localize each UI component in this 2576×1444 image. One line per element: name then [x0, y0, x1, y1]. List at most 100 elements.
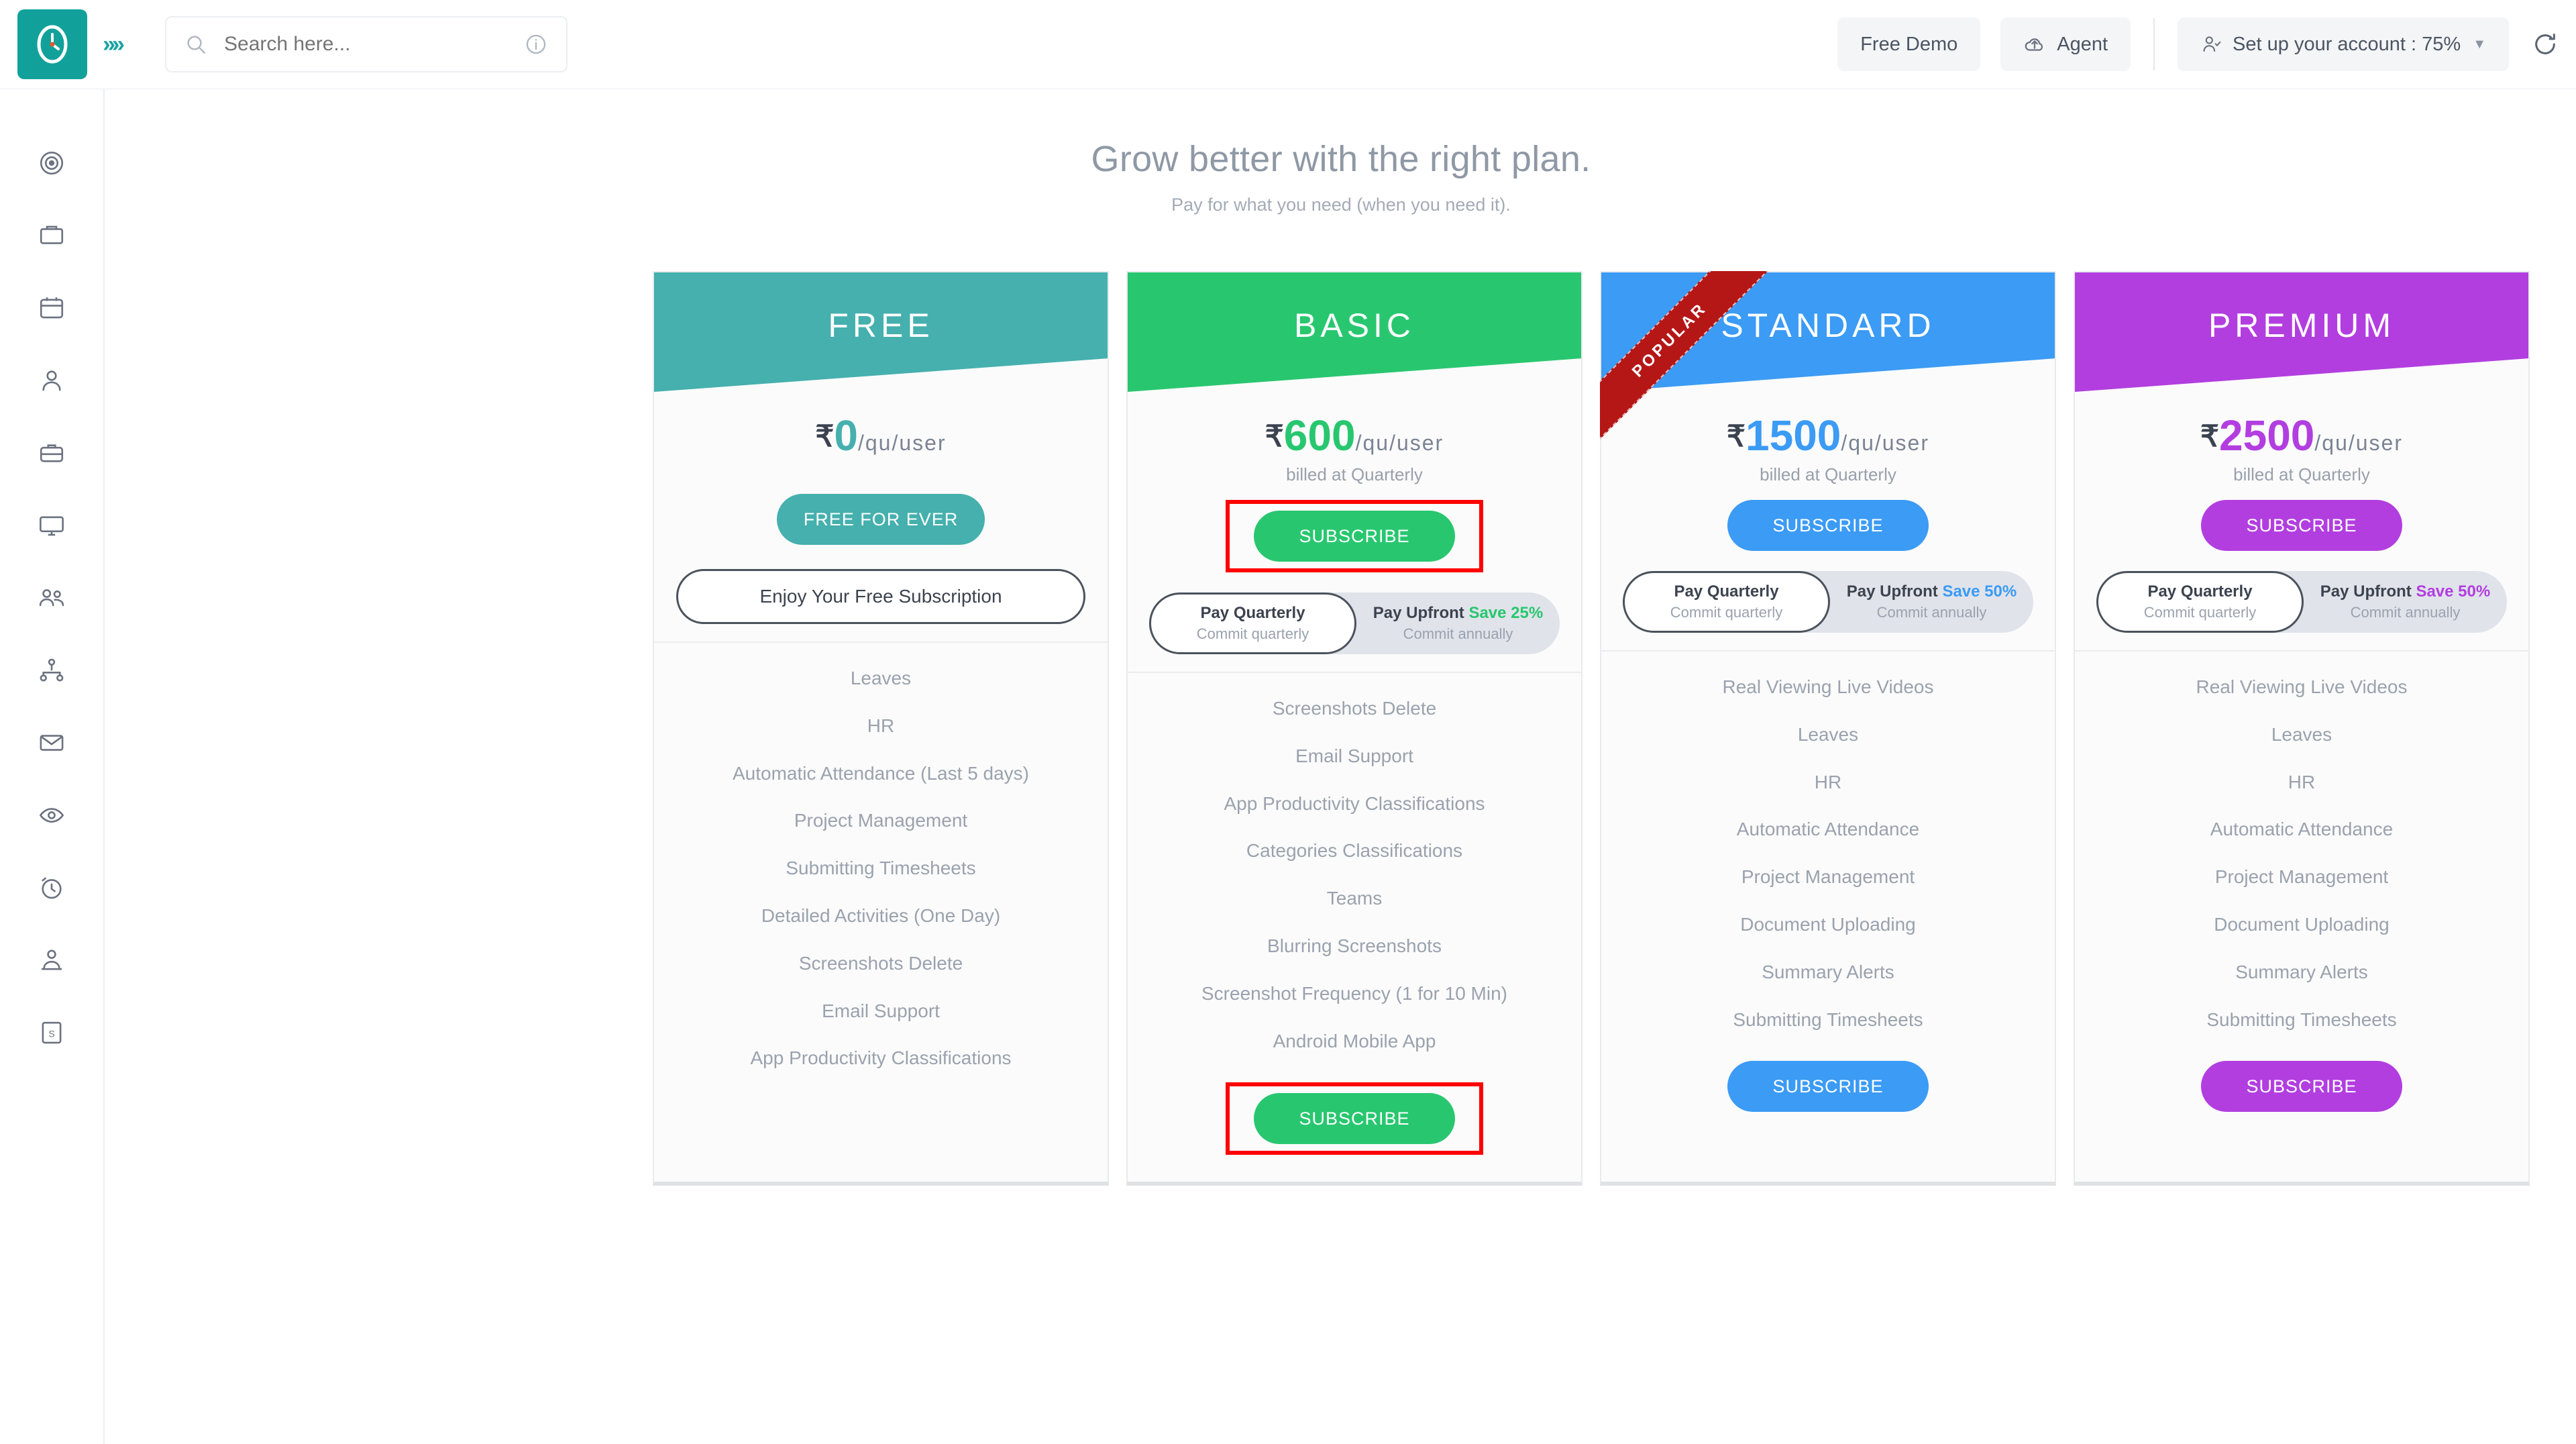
report-file-icon: S [38, 1019, 66, 1047]
feature-item: Categories Classifications [1246, 840, 1463, 862]
user-network-icon [38, 946, 66, 974]
sidebar-item-monitor[interactable] [0, 489, 104, 562]
feature-item: HR [867, 715, 895, 736]
briefcase-icon [38, 439, 66, 467]
refresh-icon[interactable] [2532, 31, 2559, 58]
currency-symbol: ₹ [2200, 420, 2219, 453]
pricing-card-standard: POPULAR STANDARD ₹1500/qu/user billed at Qu… [1600, 271, 2056, 1186]
toggle-option-quarterly[interactable]: Pay Quarterly Commit quarterly [1149, 592, 1356, 654]
plan-footer-cta-button[interactable]: SUBSCRIBE [1254, 1093, 1455, 1145]
feature-item: Teams [1326, 888, 1383, 909]
sidebar-item-members[interactable] [0, 924, 104, 996]
account-setup-button[interactable]: Set up your account : 75% ▼ [2178, 17, 2509, 71]
sidebar-item-monitoring[interactable] [0, 779, 104, 852]
plan-price: ₹2500/qu/user [2075, 411, 2528, 460]
price-amount: 2500 [2219, 411, 2315, 460]
toggle-upfront-title: Pay Upfront Save 50% [1846, 582, 2017, 601]
feature-list: Real Viewing Live Videos Leaves HR Automati… [1601, 652, 2055, 1043]
toggle-option-quarterly[interactable]: Pay Quarterly Commit quarterly [2096, 571, 2304, 633]
feature-item: Summary Alerts [1762, 961, 1894, 982]
feature-item: Android Mobile App [1273, 1030, 1436, 1051]
sidebar-item-user[interactable] [0, 344, 104, 417]
card-header: PREMIUM [2075, 272, 2528, 392]
feature-list: Leaves HR Automatic Attendance (Last 5 day… [654, 643, 1108, 1082]
billing-period-toggle[interactable]: Pay Quarterly Commit quarterly Pay Upfront… [2096, 571, 2507, 633]
feature-item: Leaves [850, 668, 912, 688]
card-footer [654, 1082, 1108, 1127]
feature-item: Project Management [1741, 866, 1915, 888]
card-footer: SUBSCRIBE [2075, 1043, 2528, 1139]
feature-item: Automatic Attendance [1736, 819, 1920, 840]
account-setup-label: Set up your account : 75% [2233, 33, 2461, 55]
search-input[interactable] [224, 33, 525, 56]
plan-cta-wrap: FREE FOR EVER [654, 494, 1108, 545]
cloud-upload-icon [2023, 33, 2046, 56]
page-subtitle: Pay for what you need (when you need it)… [1171, 195, 1511, 215]
enjoy-free-subscription-button[interactable]: Enjoy Your Free Subscription [676, 569, 1085, 624]
feature-item: Screenshot Frequency (1 for 10 Min) [1201, 982, 1507, 1004]
toggle-quarterly-title: Pay Quarterly [1674, 582, 1779, 601]
toggle-option-quarterly[interactable]: Pay Quarterly Commit quarterly [1623, 571, 1830, 633]
sidebar-item-timer[interactable] [0, 852, 104, 924]
feature-item: Submitting Timesheets [786, 858, 976, 879]
price-period: /qu/user [2314, 431, 2403, 455]
feature-item: Automatic Attendance [2210, 819, 2394, 840]
price-period: /qu/user [1355, 431, 1444, 455]
plan-cta-button[interactable]: SUBSCRIBE [1254, 511, 1455, 562]
toggle-option-upfront[interactable]: Pay Upfront Save 50% Commit annually [1830, 571, 2033, 633]
toggle-upfront-sub: Commit annually [1403, 625, 1513, 642]
sidebar-item-inbox[interactable] [0, 199, 104, 272]
envelope-icon [38, 729, 66, 757]
feature-item: Document Uploading [1740, 913, 1916, 935]
sidebar-expand-button[interactable]: »» [89, 15, 136, 74]
svg-text:S: S [48, 1028, 54, 1039]
plan-cta-button[interactable]: SUBSCRIBE [1727, 500, 1929, 551]
users-group-icon [37, 583, 66, 613]
price-amount: 1500 [1746, 411, 1841, 460]
toggle-option-upfront[interactable]: Pay Upfront Save 25% Commit annually [1356, 592, 1560, 654]
card-header: BASIC [1128, 272, 1581, 392]
sidebar-item-calendar[interactable] [0, 272, 104, 344]
price-amount: 600 [1283, 411, 1356, 460]
plan-cta-button[interactable]: FREE FOR EVER [776, 494, 985, 545]
pricing-card-premium: PREMIUM ₹2500/qu/user billed at Quarterly S… [2074, 271, 2530, 1186]
card-footer: SUBSCRIBE [1128, 1065, 1581, 1182]
sidebar-item-mail[interactable] [0, 707, 104, 779]
toggle-option-upfront[interactable]: Pay Upfront Save 50% Commit annually [2304, 571, 2507, 633]
plan-footer-cta-button[interactable]: SUBSCRIBE [1727, 1061, 1929, 1113]
sidebar-item-teams[interactable] [0, 562, 104, 634]
sidebar-item-dashboard[interactable] [0, 127, 104, 199]
feature-item: Automatic Attendance (Last 5 days) [732, 762, 1030, 784]
footer-highlight-box: SUBSCRIBE [1226, 1082, 1483, 1155]
plan-footer-cta-button[interactable]: SUBSCRIBE [2201, 1061, 2402, 1113]
billing-period-toggle[interactable]: Pay Quarterly Commit quarterly Pay Upfront… [1149, 592, 1560, 654]
feature-item: Submitting Timesheets [1733, 1009, 1923, 1030]
sidebar-item-org-chart[interactable] [0, 634, 104, 707]
plan-cta-wrap: SUBSCRIBE [1128, 500, 1581, 572]
toggle-quarterly-sub: Commit quarterly [1196, 625, 1309, 642]
app-logo[interactable] [17, 9, 87, 79]
billing-period-toggle[interactable]: Pay Quarterly Commit quarterly Pay Upfront… [1623, 571, 2033, 633]
price-period: /qu/user [1841, 431, 1929, 455]
search-box[interactable] [165, 16, 568, 72]
org-chart-icon [38, 656, 66, 684]
inbox-tray-icon [38, 221, 66, 250]
chevrons-right-icon: »» [103, 31, 125, 57]
toggle-upfront-sub: Commit annually [2350, 604, 2461, 621]
agent-button[interactable]: Agent [2000, 17, 2131, 71]
sidebar-item-briefcase[interactable] [0, 417, 104, 489]
sidebar-item-reports[interactable]: S [0, 996, 104, 1069]
monitor-icon [38, 511, 66, 539]
feature-item: Blurring Screenshots [1267, 935, 1442, 956]
user-check-icon [2200, 34, 2222, 55]
toggle-upfront-title: Pay Upfront Save 50% [2320, 582, 2491, 601]
free-demo-button[interactable]: Free Demo [1837, 17, 1981, 71]
timer-clock-icon [38, 874, 66, 902]
plan-cta-button[interactable]: SUBSCRIBE [2201, 500, 2402, 551]
feature-item: Real Viewing Live Videos [2196, 676, 2408, 697]
plan-price: ₹600/qu/user [1128, 411, 1581, 460]
chevron-down-icon: ▼ [2473, 36, 2486, 52]
feature-item: Email Support [1295, 745, 1413, 766]
toggle-upfront-sub: Commit annually [1876, 604, 1987, 621]
info-circle-icon[interactable] [525, 33, 547, 56]
